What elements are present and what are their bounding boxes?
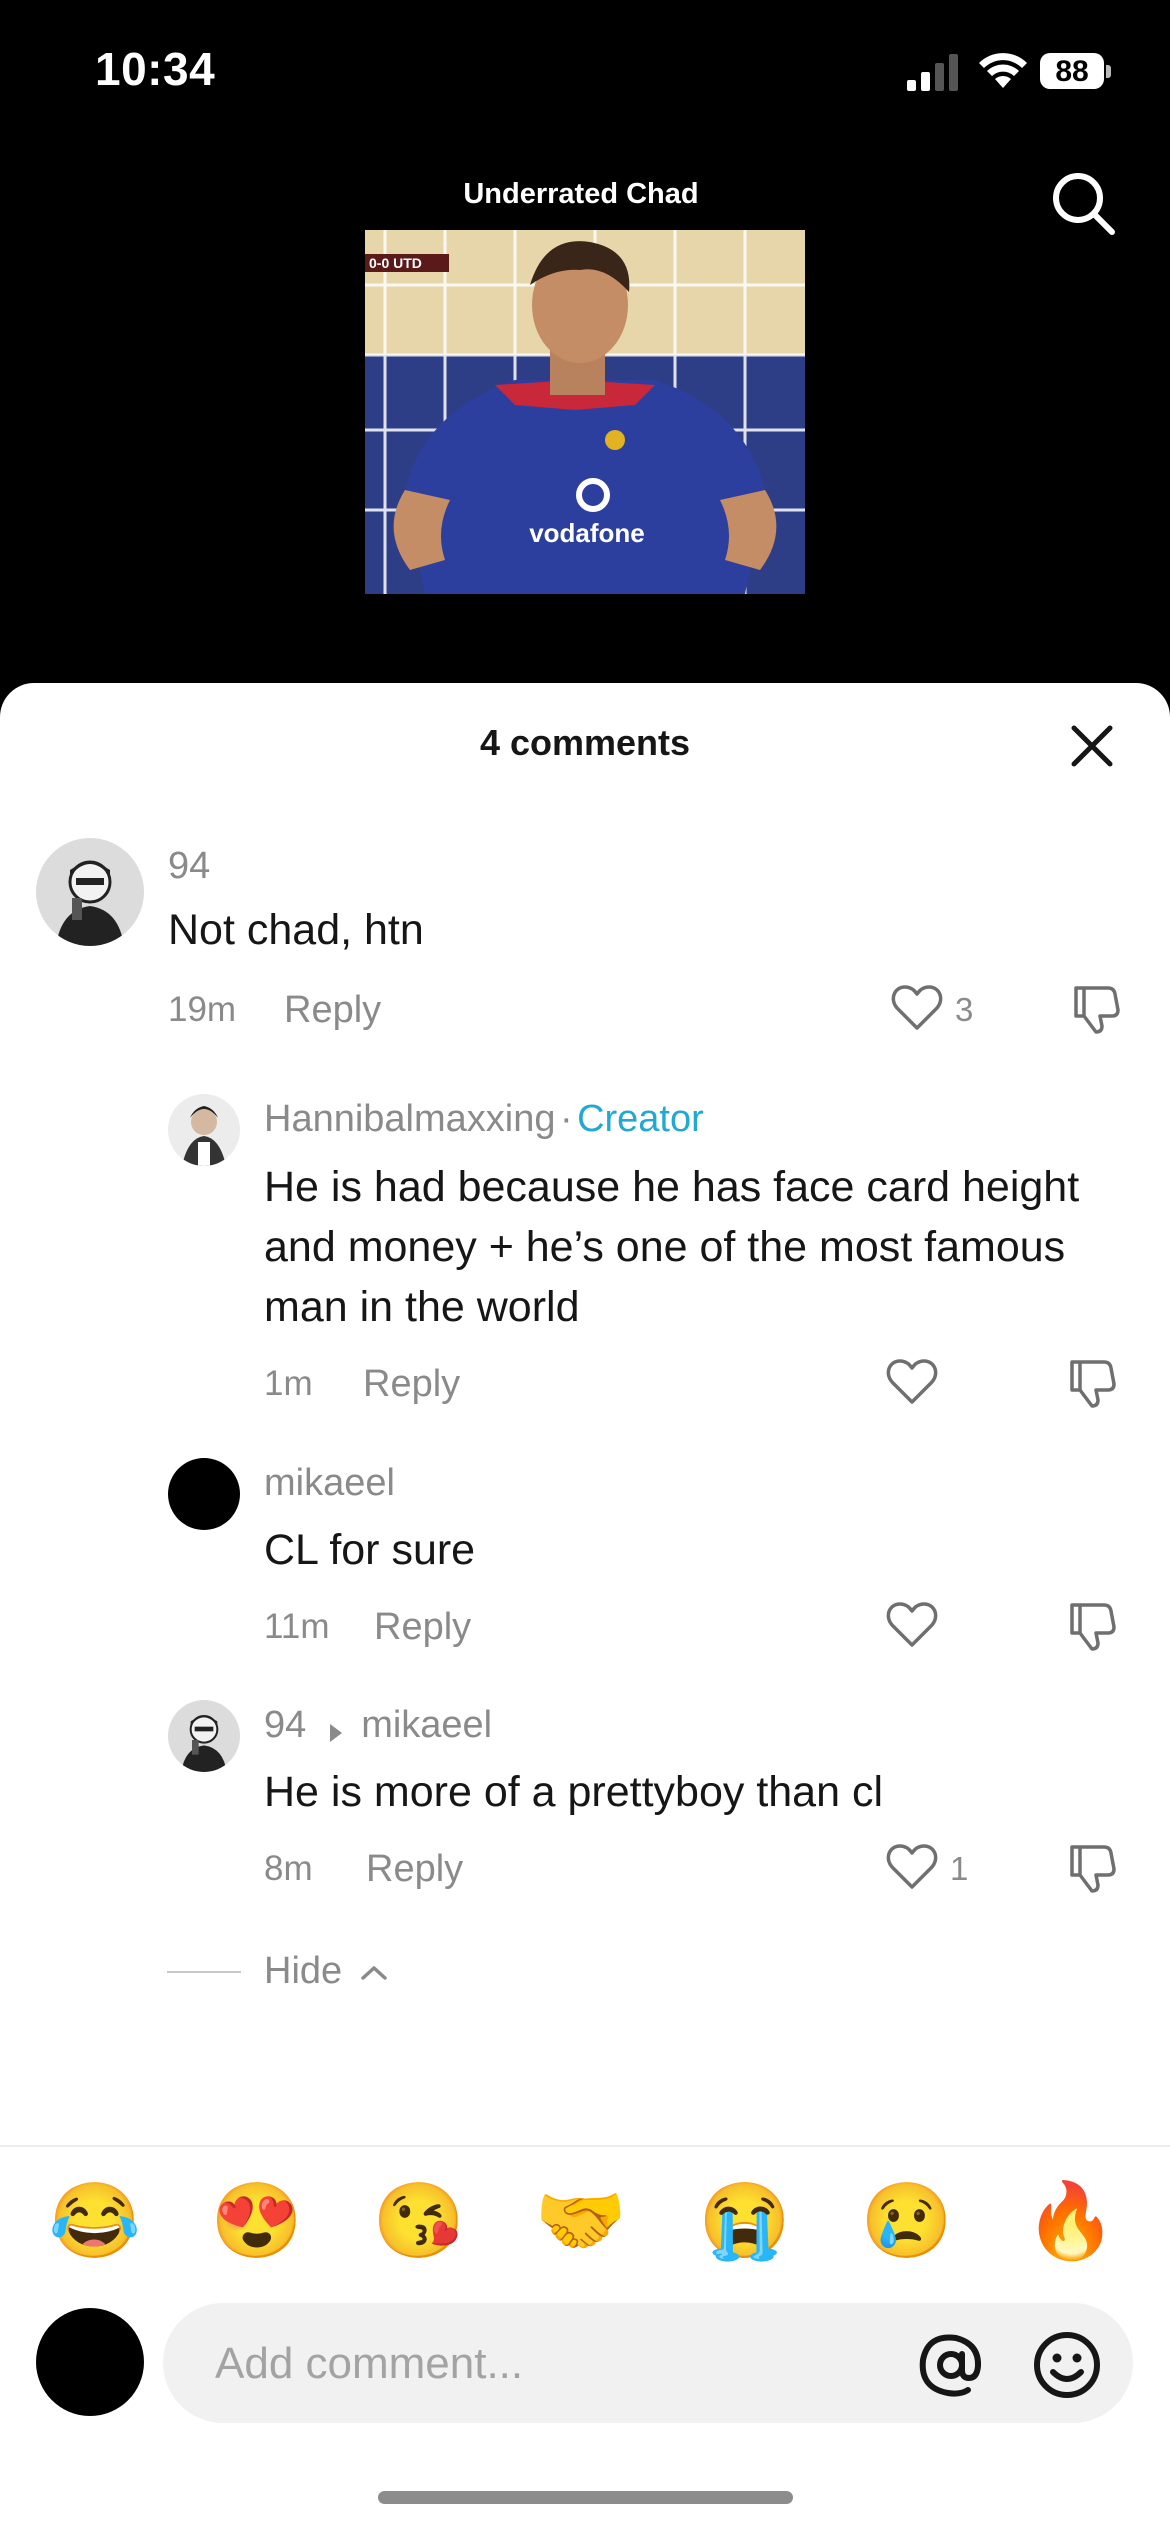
composer-divider — [0, 2145, 1170, 2147]
hide-replies-button[interactable]: Hide — [264, 1950, 389, 1993]
chevron-up-icon — [360, 1966, 387, 1980]
emoji-laugh[interactable]: 😂 — [40, 2176, 150, 2266]
like-count: 3 — [955, 991, 974, 1028]
comment-text: He is had because he has face card heigh… — [264, 1163, 1080, 1331]
emoji-crying[interactable]: 😢 — [852, 2176, 962, 2266]
heart-icon[interactable] — [891, 984, 943, 1032]
caret-right-icon — [329, 1723, 342, 1742]
creator-badge: Creator — [577, 1098, 704, 1140]
heart-icon[interactable] — [886, 1358, 938, 1406]
comment-time: 8m — [264, 1849, 313, 1888]
emoji-kiss[interactable]: 😘 — [364, 2176, 474, 2266]
close-icon[interactable] — [1066, 720, 1118, 772]
shirt-sponsor: vodafone — [529, 518, 645, 548]
video-title: Underrated Chad — [463, 178, 699, 210]
dislike-icon[interactable] — [1066, 1841, 1118, 1895]
comment-text: CL for sure — [264, 1526, 476, 1574]
comment-header: Hannibalmaxxing · Creator — [264, 1098, 704, 1141]
separator-dot: · — [559, 1098, 573, 1140]
avatar[interactable] — [168, 1700, 240, 1772]
emoji-fire[interactable]: 🔥 — [1016, 2176, 1126, 2266]
reply-button[interactable]: Reply — [284, 989, 381, 1032]
comment-username[interactable]: mikaeel — [264, 1462, 395, 1505]
comment-time: 19m — [168, 990, 237, 1029]
heart-icon[interactable] — [886, 1843, 938, 1891]
score-overlay: 0-0 UTD — [369, 255, 422, 271]
heart-icon[interactable] — [886, 1601, 938, 1649]
comment-time: 1m — [264, 1364, 313, 1403]
comment-username[interactable]: 94 — [264, 1704, 306, 1746]
my-avatar — [36, 2308, 144, 2416]
status-time: 10:34 — [95, 43, 216, 95]
comment-username[interactable]: 94 — [168, 845, 210, 888]
add-comment-input[interactable] — [213, 2303, 817, 2425]
comments-count-title: 4 comments — [479, 722, 691, 763]
comment-text: Not chad, htn — [168, 906, 424, 954]
comment-composer[interactable] — [163, 2303, 1133, 2425]
search-icon[interactable] — [1050, 170, 1116, 236]
emoji-heart-eyes[interactable]: 😍 — [202, 2176, 312, 2266]
wifi-icon — [979, 53, 1027, 88]
dislike-icon[interactable] — [1066, 1356, 1118, 1410]
signal-icon — [907, 54, 958, 91]
comment-username[interactable]: Hannibalmaxxing — [264, 1098, 556, 1140]
battery-level: 88 — [1055, 55, 1089, 88]
home-indicator[interactable] — [378, 2491, 793, 2504]
avatar[interactable] — [168, 1094, 240, 1166]
dislike-icon[interactable] — [1066, 1599, 1118, 1653]
avatar[interactable] — [36, 838, 144, 946]
like-count: 1 — [950, 1850, 969, 1887]
avatar[interactable] — [168, 1458, 240, 1530]
at-icon[interactable] — [916, 2330, 986, 2400]
video-thumbnail[interactable]: vodafone 0-0 UTD — [365, 230, 805, 594]
hide-label: Hide — [264, 1950, 343, 1992]
comment-time: 11m — [264, 1607, 330, 1646]
reply-button[interactable]: Reply — [374, 1606, 471, 1649]
battery-icon: 88 — [1040, 53, 1114, 91]
reply-to-username[interactable]: mikaeel — [361, 1704, 492, 1746]
comment-text: He is more of a prettyboy than cl — [264, 1768, 884, 1816]
dislike-icon[interactable] — [1070, 982, 1122, 1036]
smile-icon[interactable] — [1032, 2330, 1102, 2400]
comment-header: 94 mikaeel — [264, 1704, 492, 1747]
reply-button[interactable]: Reply — [366, 1848, 463, 1891]
emoji-handshake[interactable]: 🤝 — [526, 2176, 636, 2266]
emoji-loudly-crying[interactable]: 😭 — [690, 2176, 800, 2266]
reply-button[interactable]: Reply — [363, 1363, 460, 1406]
hide-divider — [167, 1971, 241, 1973]
